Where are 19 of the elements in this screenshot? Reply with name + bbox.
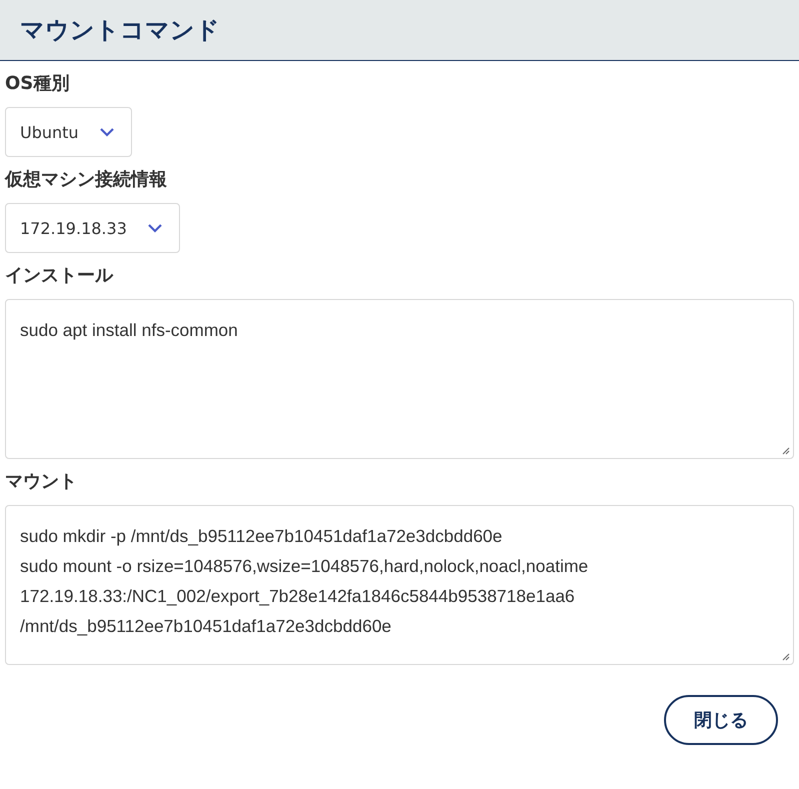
command-line: 172.19.18.33:/NC1_002/export_7b28e142fa1846c5844b9538718e1aa6: [20, 585, 575, 608]
dialog-title: マウントコマンド: [20, 15, 220, 46]
close-button[interactable]: 閉じる: [664, 695, 778, 745]
field-label: インストール: [5, 264, 113, 288]
field-label: OS種別: [5, 72, 70, 96]
chevron-down-icon: [146, 223, 163, 233]
command-line: sudo apt install nfs-common: [20, 319, 238, 342]
resize-grip-icon[interactable]: [782, 447, 790, 455]
text-area[interactable]: [5, 505, 794, 665]
select-field[interactable]: 172.19.18.33: [5, 203, 180, 253]
select-field[interactable]: Ubuntu: [5, 107, 132, 157]
command-line: /mnt/ds_b95112ee7b10451daf1a72e3dcbdd60e: [20, 615, 392, 638]
chevron-down-icon: [98, 127, 115, 137]
text-area[interactable]: sudo apt install nfs-common: [5, 299, 794, 459]
command-line: sudo mkdir -p /mnt/ds_b95112ee7b10451daf1a72e3dcbdd60e: [20, 525, 502, 548]
resize-grip-icon[interactable]: [782, 653, 790, 661]
field-label: マウント: [5, 470, 77, 494]
field-label: 仮想マシン接続情報: [5, 168, 167, 192]
command-line: sudo mount -o rsize=1048576,wsize=1048576,hard,nolock,noacl,noatime: [20, 555, 588, 578]
